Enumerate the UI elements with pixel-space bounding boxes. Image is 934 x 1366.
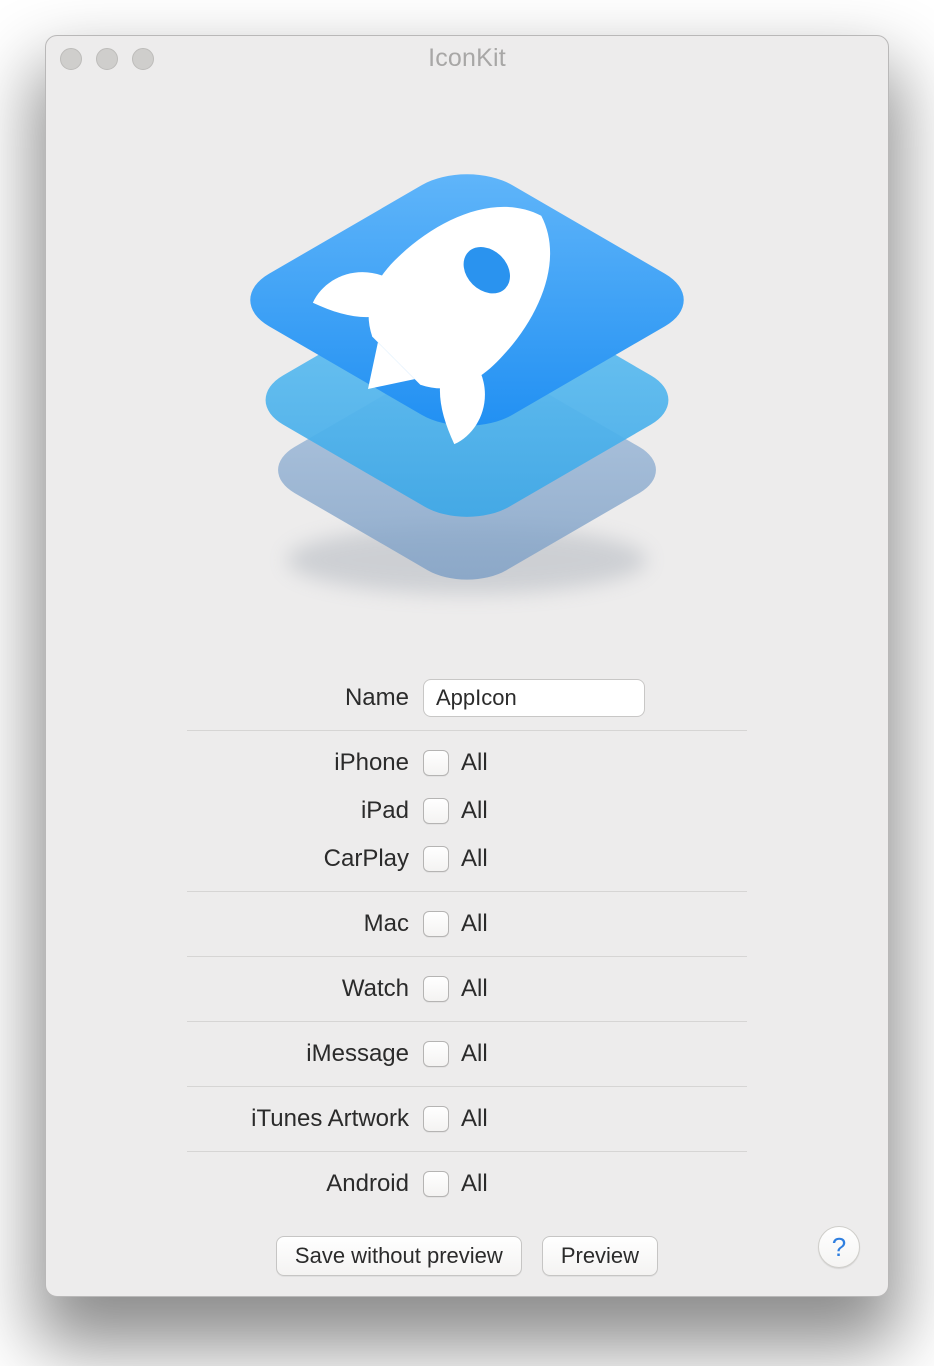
name-row: Name <box>187 674 747 722</box>
itunes-checkbox[interactable] <box>423 1106 449 1132</box>
divider <box>187 730 747 731</box>
save-without-preview-button[interactable]: Save without preview <box>276 1236 522 1276</box>
android-checkbox[interactable] <box>423 1171 449 1197</box>
minimize-icon[interactable] <box>96 48 118 70</box>
window-title: IconKit <box>46 44 888 73</box>
android-all-label: All <box>461 1170 488 1198</box>
watch-checkbox[interactable] <box>423 976 449 1002</box>
rocket-stack-icon <box>227 100 707 620</box>
imessage-all-label: All <box>461 1040 488 1068</box>
iphone-row: iPhone All <box>187 739 747 787</box>
titlebar: IconKit <box>46 36 888 80</box>
help-icon: ? <box>832 1232 846 1263</box>
ipad-all-label: All <box>461 797 488 825</box>
iphone-checkbox[interactable] <box>423 750 449 776</box>
ipad-row: iPad All <box>187 787 747 835</box>
name-input[interactable] <box>423 679 645 717</box>
carplay-checkbox[interactable] <box>423 846 449 872</box>
mac-label: Mac <box>187 910 423 938</box>
itunes-row: iTunes Artwork All <box>187 1095 747 1143</box>
carplay-all-label: All <box>461 845 488 873</box>
ipad-checkbox[interactable] <box>423 798 449 824</box>
carplay-label: CarPlay <box>187 845 423 873</box>
divider <box>187 1021 747 1022</box>
watch-label: Watch <box>187 975 423 1003</box>
action-buttons: Save without preview Preview <box>187 1236 747 1276</box>
app-icon-preview <box>46 80 888 640</box>
iphone-label: iPhone <box>187 749 423 777</box>
imessage-label: iMessage <box>187 1040 423 1068</box>
mac-row: Mac All <box>187 900 747 948</box>
app-window: IconKit <box>45 35 889 1297</box>
divider <box>187 956 747 957</box>
imessage-checkbox[interactable] <box>423 1041 449 1067</box>
mac-checkbox[interactable] <box>423 911 449 937</box>
divider <box>187 1086 747 1087</box>
watch-row: Watch All <box>187 965 747 1013</box>
android-label: Android <box>187 1170 423 1198</box>
preview-button[interactable]: Preview <box>542 1236 658 1276</box>
zoom-icon[interactable] <box>132 48 154 70</box>
mac-all-label: All <box>461 910 488 938</box>
carplay-row: CarPlay All <box>187 835 747 883</box>
ipad-label: iPad <box>187 797 423 825</box>
close-icon[interactable] <box>60 48 82 70</box>
divider <box>187 891 747 892</box>
itunes-label: iTunes Artwork <box>187 1105 423 1133</box>
name-label: Name <box>187 684 423 712</box>
help-button[interactable]: ? <box>818 1226 860 1268</box>
export-form: Name iPhone All iPad All <box>187 674 747 1276</box>
traffic-lights <box>60 48 154 70</box>
divider <box>187 1151 747 1152</box>
watch-all-label: All <box>461 975 488 1003</box>
imessage-row: iMessage All <box>187 1030 747 1078</box>
android-row: Android All <box>187 1160 747 1208</box>
iphone-all-label: All <box>461 749 488 777</box>
itunes-all-label: All <box>461 1105 488 1133</box>
